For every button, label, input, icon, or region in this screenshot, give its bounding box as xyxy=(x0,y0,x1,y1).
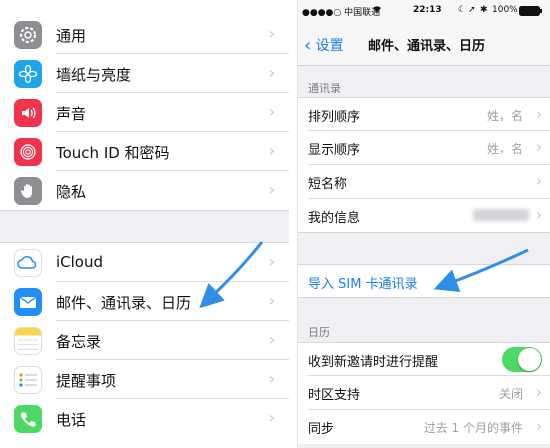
settings-item-label: 电话 xyxy=(56,411,87,429)
section-spacer xyxy=(0,210,289,243)
navigation-bar: ‹ 设置 邮件、通讯录、日历 xyxy=(298,20,550,66)
status-bar: ●●●●○ 中国联通 22:13 ☾ ➚ ✱ 100% xyxy=(298,0,550,20)
row-label: 同步 xyxy=(308,422,335,437)
my-info-row[interactable]: 我的信息 › xyxy=(298,199,550,233)
chevron-right-icon: › xyxy=(268,24,275,43)
settings-item-label: iCloud xyxy=(56,253,104,271)
chevron-right-icon: › xyxy=(268,141,275,160)
flower-icon xyxy=(14,60,42,88)
clock: 22:13 xyxy=(413,5,442,15)
chevron-right-icon: › xyxy=(268,102,275,121)
row-label: 排列顺序 xyxy=(308,110,361,125)
new-invitation-alerts-row: 收到新邀请时进行提醒 xyxy=(298,342,550,376)
settings-item-label: 邮件、通讯录、日历 xyxy=(56,294,192,312)
hand-icon xyxy=(14,177,42,205)
short-name-row[interactable]: 短名称 › xyxy=(298,165,550,199)
row-label: 收到新邀请时进行提醒 xyxy=(308,355,439,370)
settings-item-label: 通用 xyxy=(56,27,87,45)
location-icon: ➚ xyxy=(468,5,476,15)
chevron-right-icon: › xyxy=(268,330,275,349)
chevron-right-icon: › xyxy=(268,369,275,388)
chevron-right-icon: › xyxy=(536,383,542,401)
chevron-right-icon: › xyxy=(268,180,275,199)
chevron-right-icon: › xyxy=(268,63,275,82)
cloud-icon xyxy=(14,249,42,277)
chevron-right-icon: › xyxy=(536,206,542,224)
settings-item-touchid[interactable]: Touch ID 和密码 › xyxy=(0,132,289,171)
section-header-contacts: 通讯录 xyxy=(308,82,341,95)
settings-item-label: Touch ID 和密码 xyxy=(56,144,170,162)
settings-item-mail-contacts-calendars[interactable]: 邮件、通讯录、日历 › xyxy=(0,282,289,321)
notes-icon xyxy=(14,327,42,355)
section-header-calendars: 日历 xyxy=(308,326,330,339)
speaker-icon xyxy=(14,99,42,127)
fingerprint-icon xyxy=(14,138,42,166)
chevron-right-icon: › xyxy=(536,138,542,156)
chevron-right-icon: › xyxy=(536,417,542,435)
mail-contacts-calendars-screen: ●●●●○ 中国联通 22:13 ☾ ➚ ✱ 100% ‹ 设置 邮件、通讯录、… xyxy=(297,0,550,448)
row-value: 姓，名 xyxy=(486,109,523,123)
import-sim-contacts-button[interactable]: 导入 SIM 卡通讯录 xyxy=(298,264,550,298)
settings-item-notes[interactable]: 备忘录 › xyxy=(0,321,289,360)
row-value: 姓，名 xyxy=(486,142,523,156)
settings-item-general[interactable]: 通用 › xyxy=(0,15,289,54)
moon-icon: ☾ xyxy=(458,5,467,15)
settings-item-sounds[interactable]: 声音 › xyxy=(0,93,289,132)
phone-icon xyxy=(14,405,42,433)
chevron-right-icon: › xyxy=(268,408,275,427)
toggle-knob xyxy=(518,348,541,371)
display-order-row[interactable]: 显示顺序 姓，名 › xyxy=(298,131,550,165)
settings-item-phone[interactable]: 电话 › xyxy=(0,399,289,438)
row-value: 过去 1 个月的事件 xyxy=(423,421,523,435)
sort-order-row[interactable]: 排列顺序 姓，名 › xyxy=(298,97,550,131)
chevron-right-icon: › xyxy=(536,172,542,190)
chevron-right-icon: › xyxy=(536,105,542,123)
carrier-label: ●●●●○ 中国联通 xyxy=(302,8,381,18)
mail-icon xyxy=(14,288,42,316)
settings-item-label: 墙纸与亮度 xyxy=(56,66,132,84)
row-label: 我的信息 xyxy=(308,211,361,226)
row-label: 时区支持 xyxy=(308,388,361,403)
settings-item-label: 声音 xyxy=(56,105,87,123)
back-button[interactable]: ‹ 设置 xyxy=(304,34,344,56)
settings-item-wallpaper[interactable]: 墙纸与亮度 › xyxy=(0,54,289,93)
import-sim-contacts-label: 导入 SIM 卡通讯录 xyxy=(308,277,418,292)
settings-list: 通用 › 墙纸与亮度 › 声音 › Touch ID 和密码 › 隐私 › iC… xyxy=(0,0,289,448)
back-button-label: 设置 xyxy=(315,38,344,54)
bluetooth-icon: ✱ xyxy=(480,5,488,15)
settings-item-label: 隐私 xyxy=(56,183,87,201)
settings-item-icloud[interactable]: iCloud › xyxy=(0,243,289,282)
settings-item-reminders[interactable]: 提醒事项 › xyxy=(0,360,289,399)
page-title: 邮件、通讯录、日历 xyxy=(368,39,486,54)
battery-icon xyxy=(519,6,543,19)
battery-percent: 100% xyxy=(492,5,518,15)
row-label: 显示顺序 xyxy=(308,143,361,158)
settings-item-label: 备忘录 xyxy=(56,333,102,351)
chevron-right-icon: › xyxy=(268,291,275,310)
time-zone-support-row[interactable]: 时区支持 关闭 › xyxy=(298,376,550,410)
row-label: 短名称 xyxy=(308,177,348,192)
list-icon xyxy=(14,366,42,394)
settings-item-label: 提醒事项 xyxy=(56,372,117,390)
new-invitation-alerts-toggle[interactable] xyxy=(502,347,542,372)
row-value: 关闭 xyxy=(498,387,523,401)
sync-row[interactable]: 同步 过去 1 个月的事件 › xyxy=(298,410,550,444)
chevron-left-icon: ‹ xyxy=(304,35,312,56)
gear-icon xyxy=(14,21,42,49)
redacted-value xyxy=(473,209,529,221)
wifi-icon xyxy=(372,5,382,16)
settings-item-privacy[interactable]: 隐私 › xyxy=(0,171,289,210)
chevron-right-icon: › xyxy=(268,252,275,271)
